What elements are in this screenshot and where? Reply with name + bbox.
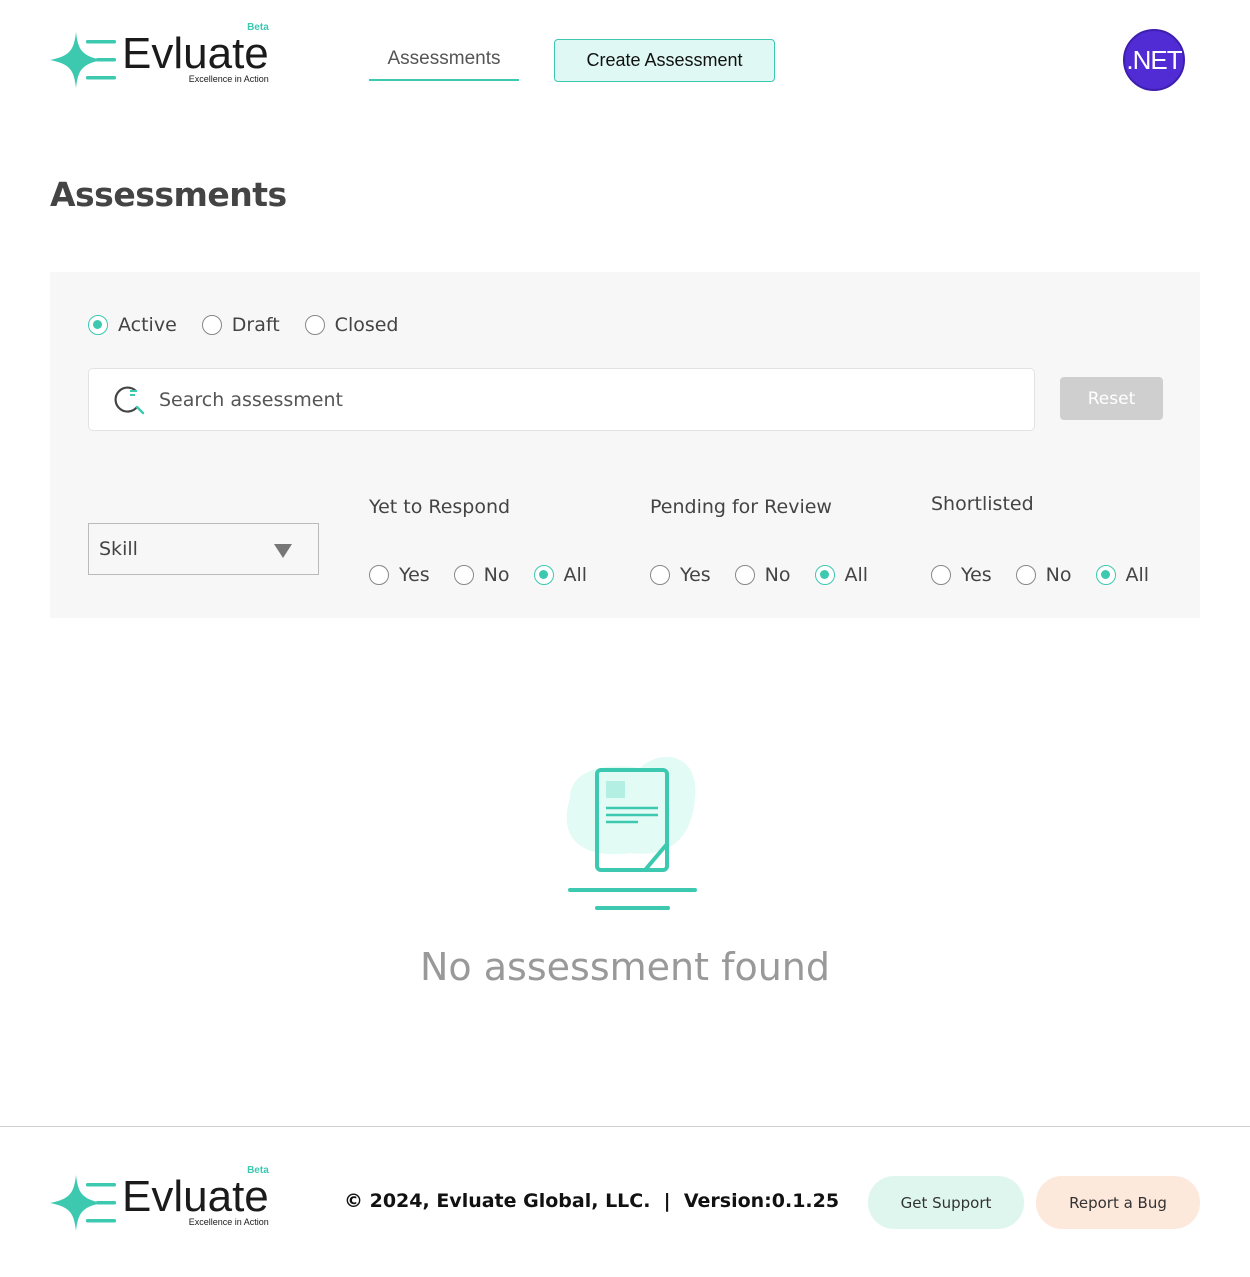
filter-title: Shortlisted [931,493,1034,515]
footer-brand-logo[interactable]: Beta Evluate Excellence in Action [50,1165,269,1231]
nav-assessments[interactable]: Assessments [369,46,519,81]
radio-unchecked-icon [201,315,222,335]
radio-label: No [1045,564,1072,586]
search-input[interactable] [159,388,959,411]
radio-unchecked-icon [931,565,951,585]
radio-label: Draft [231,314,280,336]
filter-panel: Active Draft Closed Reset Skill Yet to R… [50,272,1200,618]
brand-tagline: Excellence in Action [188,1217,269,1227]
radio-label: Closed [334,314,399,336]
header: Beta Evluate Excellence in Action Assess… [0,0,1250,120]
radio-checked-icon [533,565,554,585]
radio-unchecked-icon [453,565,474,585]
radio-label: Active [118,314,177,336]
pending-review-yes-radio[interactable]: Yes [650,564,711,586]
beta-badge: Beta [247,1165,269,1176]
status-draft-radio[interactable]: Draft [201,314,280,336]
radio-label: Yes [680,564,711,586]
empty-state-message: No assessment found [420,945,830,989]
radio-unchecked-icon [304,315,325,335]
yet-to-respond-no-radio[interactable]: No [453,564,510,586]
create-assessment-button[interactable]: Create Assessment [554,39,775,82]
copyright-text: © 2024, Evluate Global, LLC. | Version:0… [344,1190,840,1212]
radio-label: Yes [961,564,992,586]
radio-unchecked-icon [1015,565,1036,585]
brand-name: Evluate [122,1172,269,1221]
pending-review-no-radio[interactable]: No [734,564,791,586]
dropdown-arrow-icon [274,544,292,558]
radio-unchecked-icon [650,565,670,585]
status-radio-group: Active Draft Closed [88,314,424,336]
brand-name: Evluate [122,29,269,78]
radio-label: No [764,564,791,586]
brand-logo[interactable]: Beta Evluate Excellence in Action [50,22,269,88]
radio-checked-icon [88,315,108,335]
yet-to-respond-filter: Yet to Respond Yes No All [369,496,587,586]
radio-checked-icon [1095,565,1116,585]
radio-label: No [483,564,510,586]
search-icon [113,383,147,417]
shortlisted-yes-radio[interactable]: Yes [931,564,992,586]
status-active-radio[interactable]: Active [88,314,177,336]
get-support-button[interactable]: Get Support [868,1176,1024,1229]
shortlisted-filter: Shortlisted Yes No All [931,493,1149,586]
sparkle-logo-icon [50,1175,118,1231]
radio-unchecked-icon [734,565,755,585]
filter-title: Pending for Review [650,496,832,518]
footer: Beta Evluate Excellence in Action © 2024… [0,1126,1250,1277]
report-bug-button[interactable]: Report a Bug [1036,1176,1200,1229]
skill-dropdown-label: Skill [99,538,138,560]
shortlisted-no-radio[interactable]: No [1015,564,1072,586]
pending-review-all-radio[interactable]: All [814,564,869,586]
radio-label: All [1125,564,1150,586]
brand-tagline: Excellence in Action [188,74,269,84]
shortlisted-all-radio[interactable]: All [1095,564,1150,586]
yet-to-respond-yes-radio[interactable]: Yes [369,564,430,586]
search-box [88,368,1035,431]
radio-label: Yes [399,564,430,586]
skill-dropdown[interactable]: Skill [88,523,319,575]
sparkle-logo-icon [50,32,118,88]
reset-button[interactable]: Reset [1060,377,1163,420]
beta-badge: Beta [247,22,269,33]
empty-document-icon [550,748,700,918]
radio-checked-icon [814,565,835,585]
user-avatar[interactable]: .NET [1123,29,1185,91]
filter-title: Yet to Respond [369,496,511,518]
radio-label: All [563,564,588,586]
page-title: Assessments [50,175,287,214]
pending-for-review-filter: Pending for Review Yes No All [650,496,868,586]
radio-unchecked-icon [369,565,389,585]
radio-label: All [844,564,869,586]
status-closed-radio[interactable]: Closed [304,314,399,336]
yet-to-respond-all-radio[interactable]: All [533,564,588,586]
